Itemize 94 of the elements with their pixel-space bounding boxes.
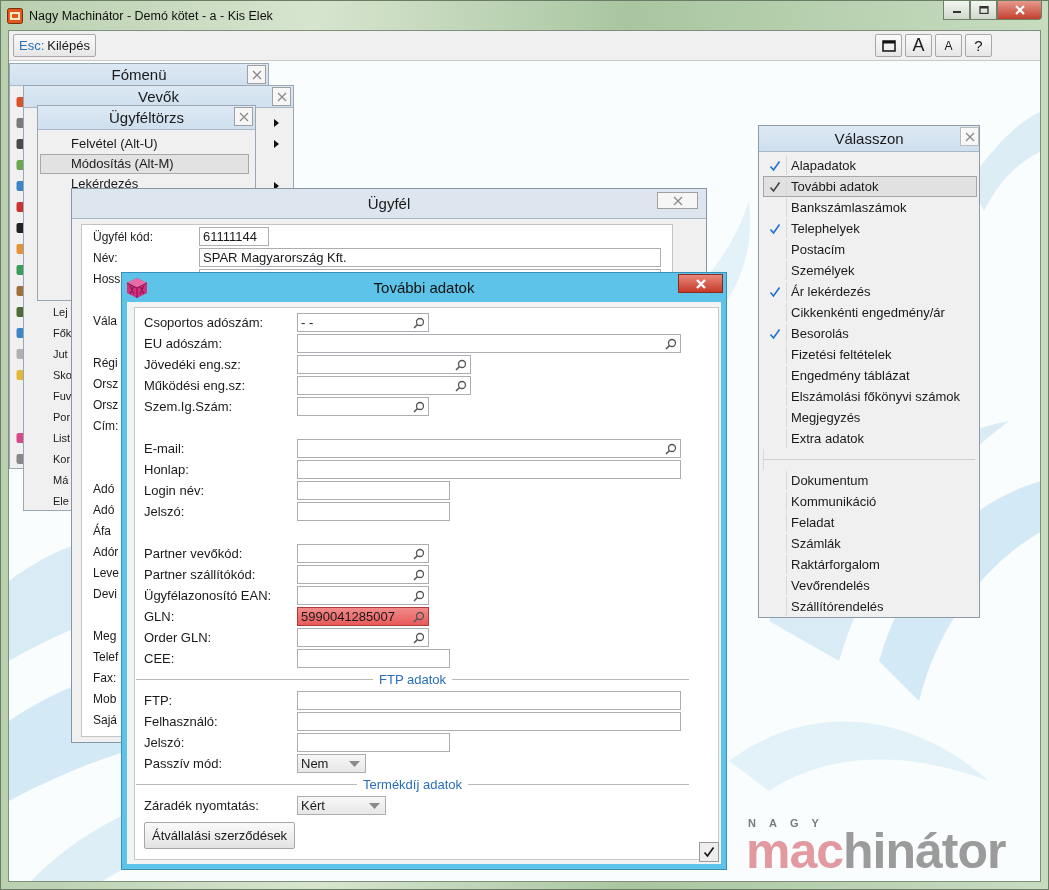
menu-item[interactable]: Fuv	[53, 389, 72, 402]
dropdown[interactable]: Kért	[297, 796, 386, 815]
logo-wordmark: machinátor	[746, 829, 1006, 873]
field-label: Adó	[93, 481, 115, 496]
menu-item[interactable]: Má	[53, 473, 69, 486]
field-label: Régi	[93, 355, 118, 370]
field-label: Order GLN:	[144, 630, 212, 645]
field-label: Jelszó:	[144, 504, 185, 519]
exit-button[interactable]: Esc: Kilépés	[13, 34, 96, 57]
window-title: Ügyféltörzs	[109, 109, 184, 126]
field-label: Jelszó:	[144, 735, 185, 750]
menu-item[interactable]: Fizetési feltételek	[763, 344, 977, 365]
menu-item[interactable]: Postacím	[763, 239, 977, 260]
field-label: Partner vevőkód:	[144, 546, 243, 561]
field-label: Ügyfél kód:	[93, 229, 154, 244]
field-label: Vála	[93, 313, 118, 328]
menu-item[interactable]: Módosítás (Alt-M)	[40, 154, 249, 174]
logo-text: NAGY	[748, 817, 833, 829]
field-label: Orsz	[93, 376, 119, 391]
menu-item[interactable]: Extra adatok	[763, 428, 977, 449]
window-title: További adatok	[373, 279, 475, 296]
field-label: Felhasználó:	[144, 714, 218, 729]
menu-item[interactable]: Besorolás	[763, 323, 977, 344]
section-heading: Termékdíj adatok	[357, 777, 468, 792]
menu-item[interactable]: Fők	[53, 326, 72, 339]
menu-item[interactable]: Számlák	[763, 533, 977, 554]
field-label: Szem.Ig.Szám:	[144, 399, 233, 414]
field-label: Login név:	[144, 483, 204, 498]
text-field[interactable]: 61111144	[199, 227, 269, 246]
field-label: Fax:	[93, 670, 117, 685]
field-label: GLN:	[144, 609, 175, 624]
field-label: E-mail:	[144, 441, 185, 456]
menu-item[interactable]: Feladat	[763, 512, 977, 533]
window-title: Vevők	[138, 88, 179, 105]
menu-item[interactable]: Megjegyzés	[763, 407, 977, 428]
field-label: Áfa	[93, 523, 111, 538]
field-label: Passzív mód:	[144, 756, 223, 771]
field-label: Név:	[93, 250, 118, 265]
section-heading: FTP adatok	[373, 672, 452, 687]
field-label: Adór	[93, 544, 119, 559]
field-label: Leve	[93, 565, 120, 580]
menu-item[interactable]: Kommunikáció	[763, 491, 977, 512]
dropdown[interactable]: Nem	[297, 754, 366, 773]
menu-item[interactable]: Ele	[53, 494, 69, 507]
field-label: FTP:	[144, 693, 173, 708]
menu-item[interactable]: Szállítórendelés	[763, 596, 977, 617]
field-label: Csoportos adószám:	[144, 315, 264, 330]
window-title: Nagy Machinátor - Demó kötet - a - Kis Elek	[29, 8, 273, 23]
field-label: Telef	[93, 649, 119, 664]
field-label: Honlap:	[144, 462, 189, 477]
field-label: Adó	[93, 502, 115, 517]
font-smaller-button[interactable]: A	[935, 34, 962, 57]
menu-item[interactable]: Bankszámlaszámok	[763, 197, 977, 218]
window-title: Válasszon	[834, 130, 904, 147]
menu-item[interactable]: Felvétel (Alt-U)	[40, 134, 249, 154]
field-label: Ügyfélazonosító EAN:	[144, 588, 272, 603]
help-button[interactable]: ?	[965, 34, 992, 57]
menu-item[interactable]: List	[53, 431, 71, 444]
menu-item[interactable]: Lej	[53, 305, 68, 318]
text-field[interactable]: SPAR Magyarország Kft.	[199, 248, 661, 267]
menu-item[interactable]: További adatok	[763, 176, 977, 197]
menu-item[interactable]: Személyek	[763, 260, 977, 281]
menu-item[interactable]: Por	[53, 410, 71, 423]
window-title: Ügyfél	[367, 195, 411, 212]
menu-item[interactable]: Jut	[53, 347, 68, 360]
text-field[interactable]: 5990041285007	[297, 607, 429, 626]
menu-item[interactable]: Raktárforgalom	[763, 554, 977, 575]
field-label: Meg	[93, 628, 117, 643]
field-label: Hoss	[93, 271, 121, 286]
field-label: Devi	[93, 586, 117, 601]
field-label: EU adószám:	[144, 336, 223, 351]
contracts-button[interactable]: Átvállalási szerződések	[144, 822, 296, 849]
menu-item[interactable]: Alapadatok	[763, 155, 977, 176]
field-label: Orsz	[93, 397, 119, 412]
menu-item[interactable]: Sko	[53, 368, 72, 381]
text-field[interactable]: - -	[297, 313, 429, 332]
field-label: Záradék nyomtatás:	[144, 798, 259, 813]
field-label: Mob	[93, 691, 117, 706]
menu-item[interactable]: Elszámolási főkönyvi számok	[763, 386, 977, 407]
menu-item[interactable]: Dokumentum	[763, 470, 977, 491]
field-label: Partner szállítókód:	[144, 567, 256, 582]
field-label: Jövedéki eng.sz:	[144, 357, 241, 372]
window-title: Fómenü	[111, 66, 167, 83]
menu-item[interactable]: Kor	[53, 452, 71, 465]
menu-item[interactable]: Telephelyek	[763, 218, 977, 239]
menu-item[interactable]: Vevőrendelés	[763, 575, 977, 596]
field-label: Sajá	[93, 712, 118, 727]
field-label: Működési eng.sz:	[144, 378, 246, 393]
field-label: CEE:	[144, 651, 175, 666]
font-larger-button[interactable]: A	[905, 34, 932, 57]
menu-item[interactable]: Cikkenkénti engedmény/ár	[763, 302, 977, 323]
field-label: Cím:	[93, 418, 119, 433]
menu-item[interactable]: Engedmény táblázat	[763, 365, 977, 386]
menu-item[interactable]: Ár lekérdezés	[763, 281, 977, 302]
